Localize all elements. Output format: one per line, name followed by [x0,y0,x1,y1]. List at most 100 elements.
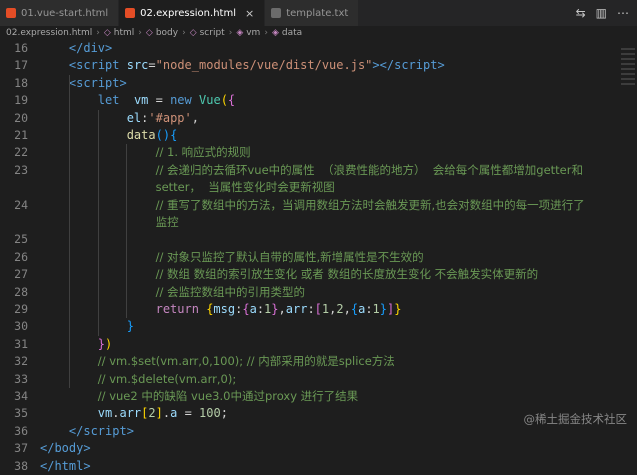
code-token: } [126,319,134,334]
code-token: > [105,41,113,55]
breadcrumb-item[interactable]: script [200,28,225,38]
code-text: // 1. 响应式的规则 [40,144,251,161]
code-line: 27 // 数组 数组的索引放生变化 或者 数组的长度放生变化 不会触发实体更新… [0,266,620,283]
code-token: = [148,58,156,73]
code-text: <script> [40,75,127,92]
code-token: // 1. 响应式的规则 [155,145,251,160]
code-editor[interactable]: 16 </div> 17 <script src="node_modules/vu… [0,40,637,473]
code-token: html [54,458,84,473]
line-number: 32 [14,354,28,369]
line-number: 38 [14,458,28,473]
code-token: vm [97,406,113,421]
code-token: 2 [336,302,344,316]
tab-label: 01.vue-start.html [21,7,109,19]
code-token: // vm.$delete(vm.arr,0); [97,371,237,386]
tab-0[interactable]: 01.vue-start.html [0,0,120,26]
line-number: 35 [14,406,28,421]
code-text: data(){ [40,127,178,144]
line-number: 31 [14,336,28,351]
line-number: 18 [14,75,28,90]
code-text: // vue2 中的缺陷 vue3.0中通过proxy 进行了结果 [40,388,358,405]
code-text: setter， 当属性变化时会更新视图 [40,179,335,196]
tab-2[interactable]: template.txt [265,0,360,26]
code-text: el:'#app', [40,110,199,127]
code-text: </body> [40,440,91,457]
code-line: 38 </html> [0,458,620,475]
code-token: [ [314,302,322,316]
code-token: > [126,423,134,438]
line-number: 26 [14,249,28,264]
code-token: </ [68,423,84,438]
code-token: ; [220,406,228,421]
line-number: 16 [14,41,28,55]
code-token: , [278,302,286,316]
symbol-icon: ◇ [145,28,153,38]
code-token: = [148,93,171,108]
code-token: { [242,302,250,316]
code-line: 22 // 1. 响应式的规则 [0,144,620,161]
code-token: , [191,110,199,125]
split-editor-icon[interactable]: ▥ [596,6,607,20]
breadcrumb-item[interactable]: 02.expression.html [6,28,92,38]
code-token: } [97,336,106,351]
code-token: arr [285,302,308,316]
breadcrumb-item[interactable]: data [282,28,302,38]
code-token: '#app' [148,110,192,125]
code-line: 16 </div> [0,40,620,57]
tab-label: template.txt [286,7,349,19]
line-number: 19 [14,93,28,108]
code-line: 21 data(){ [0,127,620,144]
code-token: , [343,302,351,316]
minimap[interactable] [621,48,635,88]
code-token: > [119,75,127,90]
code-token: </ [40,458,55,473]
code-token: return [155,302,199,316]
line-number: 36 [14,423,28,438]
code-token: > [437,58,445,73]
line-number: 30 [14,319,28,334]
code-token: : [256,302,265,316]
chevron-right-icon: › [138,28,142,38]
breadcrumb-item[interactable]: html [114,28,135,38]
compare-icon[interactable]: ⇆ [576,6,586,20]
code-text: </html> [40,458,91,475]
close-icon[interactable]: × [245,7,254,20]
tab-label: 02.expression.html [140,7,236,19]
breadcrumb-item[interactable]: vm [246,28,260,38]
code-token: el [126,110,142,125]
tab-1[interactable]: 02.expression.html × [119,0,266,26]
more-icon[interactable]: ⋯ [617,6,629,20]
code-token: </ [68,41,84,55]
code-line: 28 // 会监控数组中的引用类型的 [0,284,620,301]
code-line: 18 <script> [0,75,620,92]
line-number: 24 [14,197,28,212]
code-text: vm.arr[2].a = 100; [40,405,228,422]
breadcrumb-item[interactable]: body [156,28,178,38]
code-line: 26 // 对象只监控了默认自带的属性,新增属性是不生效的 [0,249,620,266]
code-token: script [394,58,438,73]
code-text: return {msg:{a:1},arr:[1,2,{a:1}]} [40,301,402,318]
symbol-icon: ◈ [271,28,279,38]
code-line: 监控 [0,214,620,231]
code-token: // 会递归的去循环vue中的属性 （浪费性能的地方） 会给每个属性都增加get… [155,162,583,177]
code-token: : [365,302,373,316]
code-token: a [249,302,257,316]
code-line: 24 // 重写了数组中的方法，当调用数组方法时会触发更新,也会对数组中的每一项… [0,197,620,214]
code-line: setter， 当属性变化时会更新视图 [0,179,620,196]
code-token: setter， 当属性变化时会更新视图 [155,180,335,195]
code-token: () [155,128,171,142]
code-token: 1 [372,302,380,316]
code-token: msg [213,302,236,316]
line-number: 33 [14,371,28,386]
tab-bar: 01.vue-start.html 02.expression.html × temp… [0,0,637,26]
code-token: "node_modules/vue/dist/vue.js" [155,58,373,73]
code-line: 23 // 会递归的去循环vue中的属性 （浪费性能的地方） 会给每个属性都增加… [0,162,620,179]
watermark: @稀土掘金技术社区 [523,412,628,426]
